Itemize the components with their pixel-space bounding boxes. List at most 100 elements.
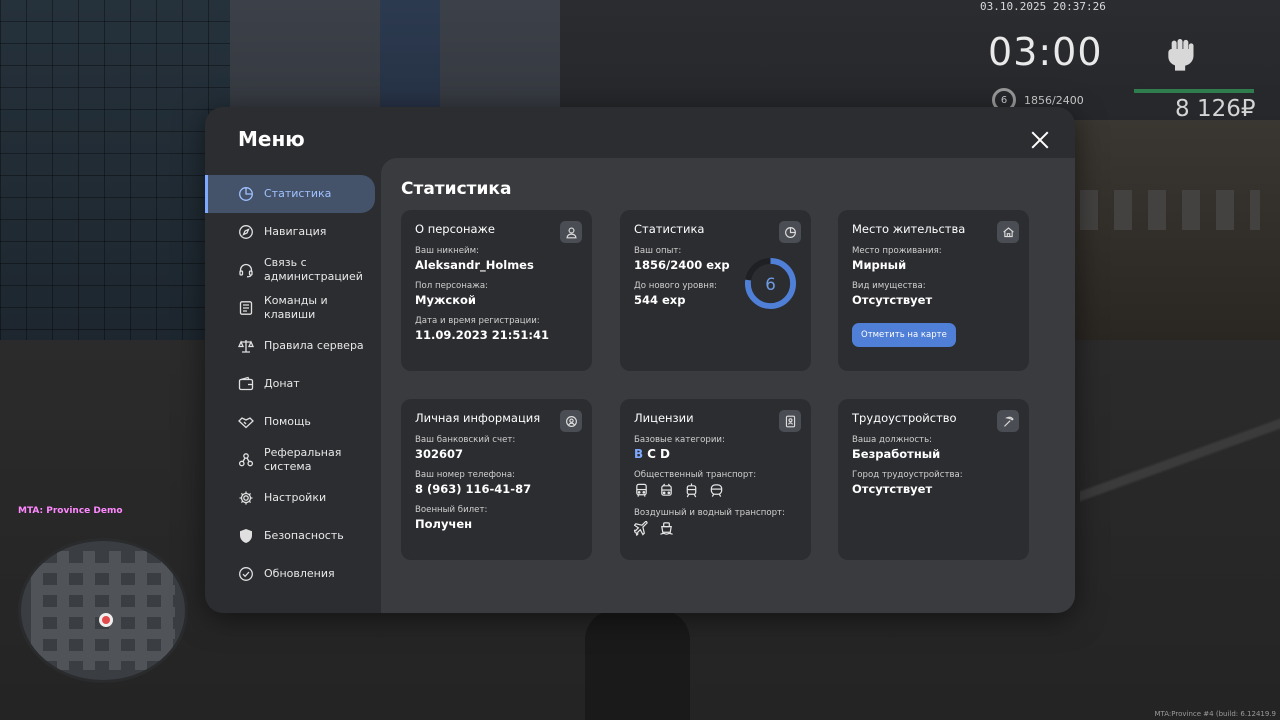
sidebar-item-referral[interactable]: Реферальная система <box>205 441 381 479</box>
check-circle-icon <box>239 567 253 581</box>
gender-value: Мужской <box>415 293 476 307</box>
sidebar-item-statistics[interactable]: Статистика <box>205 175 375 213</box>
mark-on-map-button[interactable]: Отметить на карте <box>852 323 956 347</box>
shield-icon <box>240 529 252 543</box>
level-number: 6 <box>765 275 776 294</box>
player-blip-icon <box>99 613 113 627</box>
card-progress: Статистика Ваш опыт: 1856/2400 exp До но… <box>620 210 811 371</box>
metro-icon <box>710 484 723 497</box>
sidebar-item-contact-admin[interactable]: Связь с администрацией <box>205 251 381 289</box>
sidebar-item-navigation[interactable]: Навигация <box>205 213 381 251</box>
license-categories: BCD <box>634 447 797 461</box>
card-licenses: Лицензии Базовые категории: BCD Обществе… <box>620 399 811 560</box>
sidebar-item-rules[interactable]: Правила сервера <box>205 327 381 365</box>
registration-value: 11.09.2023 21:51:41 <box>415 328 549 342</box>
license-category-c: C <box>647 447 660 461</box>
exp-label: Ваш опыт: <box>634 246 682 256</box>
sidebar-item-label: Правила сервера <box>264 339 364 352</box>
card-employment: Трудоустройство Ваша должность: Безработ… <box>838 399 1029 560</box>
bank-label: Ваш банковский счет: <box>415 435 516 445</box>
building-left <box>0 0 240 360</box>
user-icon <box>560 221 582 243</box>
scales-icon <box>238 340 254 353</box>
close-icon[interactable] <box>1031 131 1049 149</box>
card-heading: Личная информация <box>415 411 541 425</box>
phone-value: 8 (963) 116-41-87 <box>415 482 532 496</box>
residence-label: Место проживания: <box>852 246 942 256</box>
position-label: Ваша должность: <box>852 435 933 445</box>
sidebar-item-label: Настройки <box>264 491 327 504</box>
keyboard-icon <box>239 301 253 315</box>
sidebar-item-label: Помощь <box>264 415 311 428</box>
pickaxe-icon <box>997 410 1019 432</box>
card-heading: О персонаже <box>415 222 495 236</box>
sidebar-item-label: Связь с администрацией <box>264 256 363 283</box>
hud-clock: 03:00 <box>988 30 1103 74</box>
base-categories-label: Базовые категории: <box>634 435 725 445</box>
public-transport-icons <box>634 483 797 498</box>
sidebar-item-security[interactable]: Безопасность <box>205 517 381 555</box>
sidebar-item-label: Статистика <box>264 187 332 200</box>
build-info: MTA:Province #4 (build: 6.12419.9 <box>1154 710 1276 718</box>
sidebar-item-help[interactable]: Помощь <box>205 403 381 441</box>
residence-value: Мирный <box>852 258 907 272</box>
work-city-value: Отсутствует <box>852 482 933 496</box>
air-water-transport-icons <box>634 521 797 536</box>
air-water-transport-label: Воздушный и водный транспорт: <box>634 508 785 518</box>
position-value: Безработный <box>852 447 941 461</box>
public-transport-label: Общественный транспорт: <box>634 470 757 480</box>
nickname-value: Aleksandr_Holmes <box>415 258 534 272</box>
card-heading: Лицензии <box>634 411 694 425</box>
trolleybus-icon <box>661 483 672 496</box>
property-value: Отсутствует <box>852 293 933 307</box>
card-character: О персонаже Ваш никнейм: Aleksandr_Holme… <box>401 210 592 371</box>
sidebar-item-settings[interactable]: Настройки <box>205 479 381 517</box>
sidebar-item-commands[interactable]: Команды и клавиши <box>205 289 381 327</box>
gender-label: Пол персонажа: <box>415 281 489 291</box>
sidebar-item-label: Донат <box>264 377 300 390</box>
sidebar-item-donate[interactable]: Донат <box>205 365 381 403</box>
license-category-b: B <box>634 447 648 461</box>
house-icon <box>997 221 1019 243</box>
military-label: Военный билет: <box>415 505 488 515</box>
pie-chart-icon <box>239 187 253 201</box>
sidebar-item-label: Команды и клавиши <box>264 294 328 321</box>
card-heading: Трудоустройство <box>852 411 957 425</box>
plane-icon <box>634 521 648 536</box>
sidebar-item-label: Обновления <box>264 567 335 580</box>
player-character <box>585 610 690 720</box>
handshake-icon <box>238 417 254 429</box>
level-progress-ring: 6 <box>744 257 797 310</box>
page-title: Статистика <box>401 179 512 199</box>
headset-icon <box>239 263 253 278</box>
hud-money: 8 126₽ <box>1175 96 1256 122</box>
property-label: Вид имущества: <box>852 281 926 291</box>
military-value: Получен <box>415 517 473 531</box>
license-category-d: D <box>659 447 674 461</box>
sidebar-item-updates[interactable]: Обновления <box>205 555 381 593</box>
hud-datetime: 03.10.2025 20:37:26 <box>980 0 1106 13</box>
user-circle-icon <box>560 410 582 432</box>
menu-window: Меню Статистика Навигация Связь с админи… <box>205 107 1075 613</box>
ship-icon <box>660 522 673 535</box>
sidebar: Статистика Навигация Связь с администрац… <box>205 175 381 593</box>
sidebar-item-label: Реферальная система <box>264 446 342 473</box>
wallet-icon <box>238 376 254 391</box>
tram-icon <box>686 483 697 498</box>
content-panel: Статистика О персонаже Ваш никнейм: Alek… <box>381 158 1075 613</box>
bank-value: 302607 <box>415 447 464 461</box>
hud-exp: 1856/2400 <box>1024 93 1084 107</box>
card-personal: Личная информация Ваш банковский счет: 3… <box>401 399 592 560</box>
server-name: MTA: Province Demo <box>18 506 123 516</box>
nickname-label: Ваш никнейм: <box>415 246 480 256</box>
minimap <box>18 538 188 683</box>
id-card-icon <box>779 410 801 432</box>
sidebar-item-label: Навигация <box>264 225 327 238</box>
phone-label: Ваш номер телефона: <box>415 470 516 480</box>
building-right <box>1060 120 1280 340</box>
pie-chart-icon <box>779 221 801 243</box>
card-heading: Место жительства <box>852 222 966 236</box>
sidebar-item-label: Безопасность <box>264 529 344 542</box>
card-residence: Место жительства Место проживания: Мирны… <box>838 210 1029 371</box>
card-heading: Статистика <box>634 222 705 236</box>
